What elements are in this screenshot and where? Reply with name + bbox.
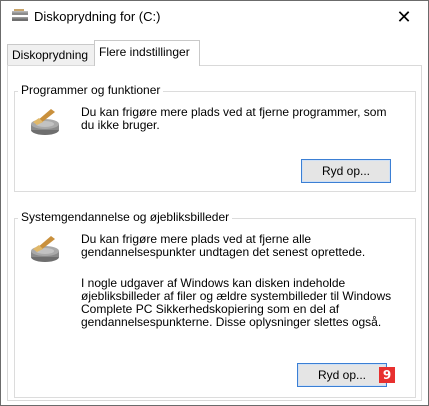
programs-cleanup-button[interactable]: Ryd op... bbox=[301, 159, 391, 183]
title-bar[interactable]: Diskoprydning for (C:) ✕ bbox=[1, 1, 428, 33]
restore-description: Du kan frigøre mere plads ved at fjerne … bbox=[81, 232, 366, 259]
disk-cleanup-window: Diskoprydning for (C:) ✕ Diskoprydning F… bbox=[0, 0, 429, 406]
disk-cleanup-icon bbox=[11, 8, 29, 24]
tab-diskoprydning[interactable]: Diskoprydning bbox=[7, 44, 95, 65]
annotation-badge: 9 bbox=[379, 367, 395, 383]
close-button[interactable]: ✕ bbox=[386, 3, 422, 31]
close-icon: ✕ bbox=[396, 6, 412, 27]
restore-note: I nogle udgaver af Windows kan disken in… bbox=[81, 276, 392, 329]
programs-description: Du kan frigøre mere plads ved at fjerne … bbox=[81, 105, 387, 132]
window-title: Diskoprydning for (C:) bbox=[34, 9, 161, 24]
disk-cleanup-icon bbox=[29, 106, 63, 140]
group-caption: Systemgendannelse og øjebliksbilleder bbox=[18, 210, 233, 224]
restore-cleanup-button[interactable]: Ryd op... bbox=[297, 363, 387, 387]
disk-cleanup-icon bbox=[29, 233, 63, 267]
tab-flere-indstillinger[interactable]: Flere indstillinger bbox=[94, 40, 200, 66]
group-system-restore: Systemgendannelse og øjebliksbilleder Du… bbox=[14, 210, 416, 398]
tab-strip: Diskoprydning Flere indstillinger bbox=[7, 40, 422, 66]
tab-panel-flere-indstillinger: Programmer og funktioner Du kan frigøre … bbox=[7, 65, 422, 401]
group-programs: Programmer og funktioner Du kan frigøre … bbox=[14, 83, 416, 192]
group-caption: Programmer og funktioner bbox=[18, 83, 164, 97]
